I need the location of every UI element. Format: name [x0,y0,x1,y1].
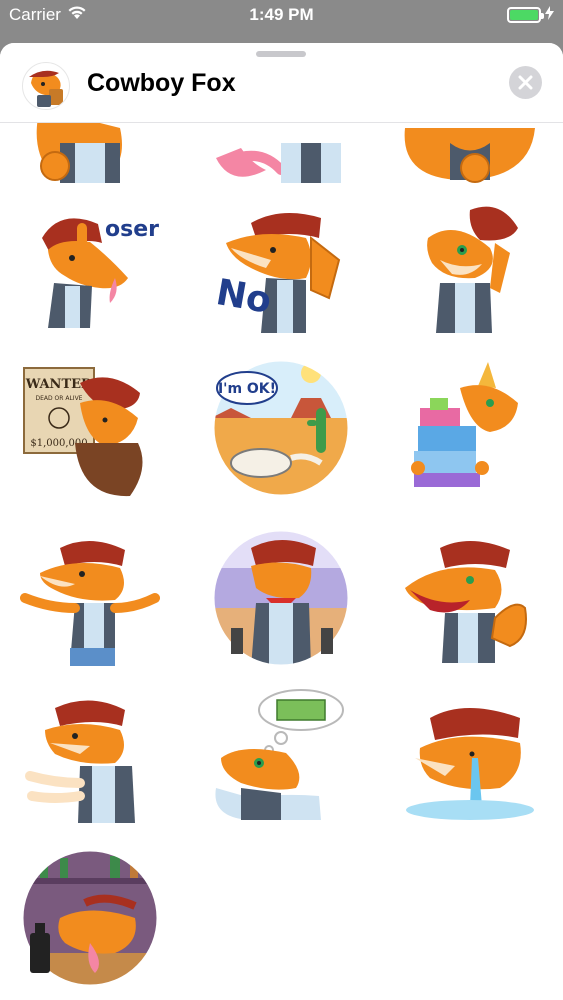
sticker-gunslinger[interactable] [211,528,351,668]
sticker-fox-hand-on-chin[interactable] [400,123,540,188]
sticker-shrug[interactable] [20,528,160,668]
close-button[interactable] [509,66,542,99]
status-time: 1:49 PM [249,5,314,24]
sticker-wanted[interactable]: WANTED DEAD OR ALIVE $1,000,000 [20,358,160,498]
battery-icon [507,6,544,23]
sticker-party-gifts[interactable] [400,358,540,498]
wanted-sub: DEAD OR ALIVE [36,395,83,402]
sticker-grid: oser No WANTED DEAD OR ALIVE $1,000,000 … [0,123,563,1000]
sticker-no[interactable]: No [211,198,351,338]
sticker-fox-tongue-out[interactable] [211,123,351,188]
sheet-grabber[interactable] [256,51,306,57]
sticker-crying[interactable] [400,688,540,828]
sticker-loser-text: oser [105,217,159,242]
sticker-im-ok[interactable]: I'm OK! [211,358,351,498]
sticker-fox-thumbs[interactable] [20,123,160,188]
sticker-no-text: No [213,272,274,322]
bolt-icon [545,6,554,23]
sheet-title: Cowboy Fox [87,69,236,97]
sticker-im-ok-text: I'm OK! [218,381,276,397]
status-bar: Carrier 1:49 PM [0,0,563,32]
sticker-pointing[interactable] [20,688,160,828]
sticker-thinking-money[interactable] [211,688,351,828]
sticker-tipping-hat[interactable] [400,198,540,338]
battery-cap [541,12,544,19]
sheet-header: Cowboy Fox [0,43,563,123]
sticker-sheet: Cowboy Fox oser No WANTED DEAD OR ALIVE … [0,43,563,1000]
sticker-saloon-drunk[interactable] [20,848,160,988]
battery-fill [510,9,538,20]
fox-app-icon [22,62,70,110]
sticker-loser[interactable]: oser [20,198,160,338]
close-icon [518,75,533,90]
sticker-laughing-wave[interactable] [400,528,540,668]
status-right [507,6,554,23]
